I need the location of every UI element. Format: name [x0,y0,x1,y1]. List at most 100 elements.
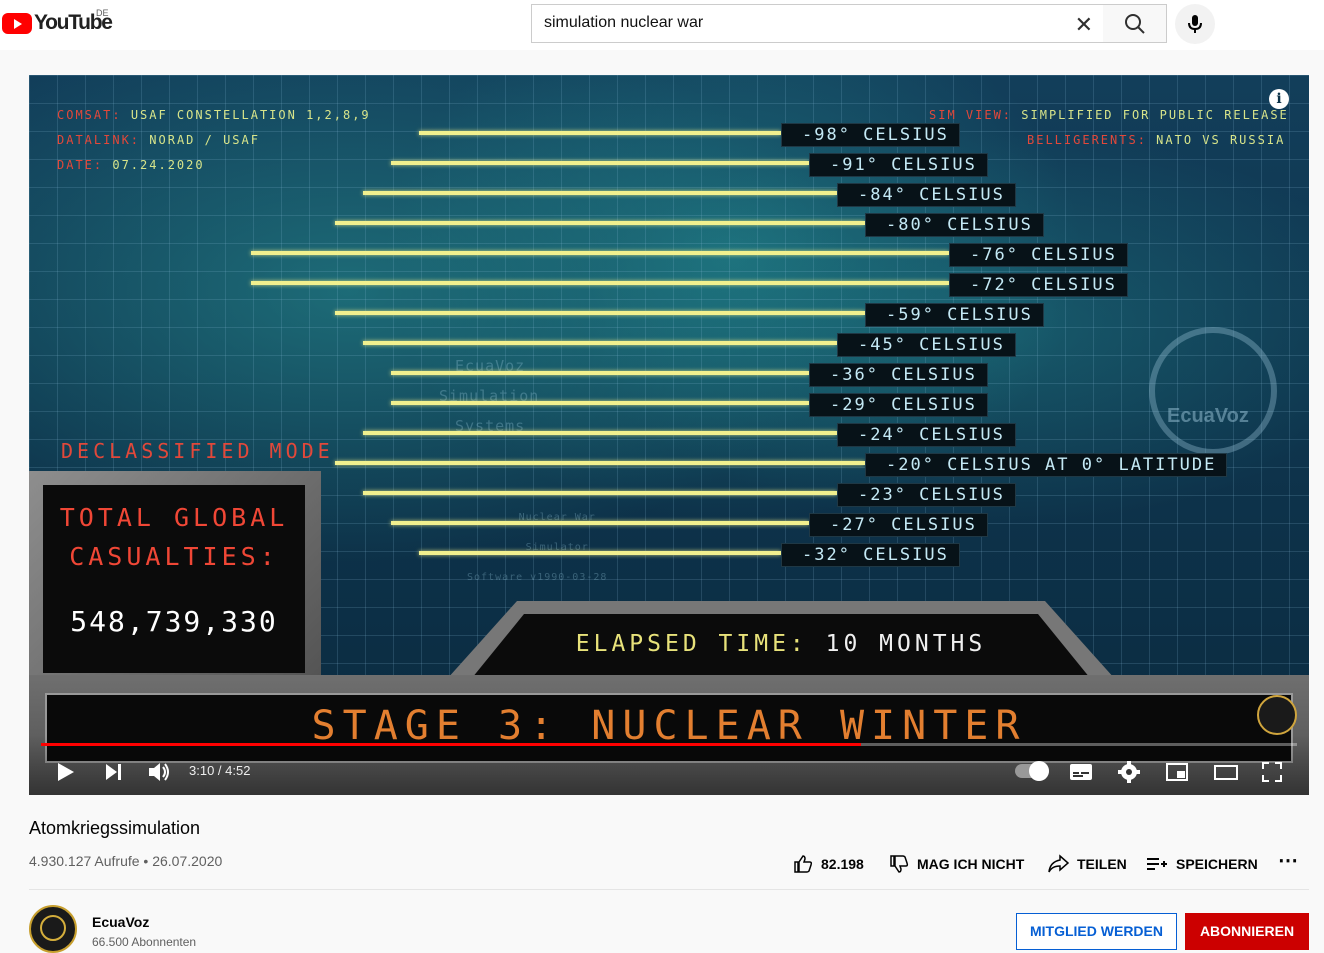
search-button[interactable] [1103,4,1167,43]
share-button[interactable]: TEILEN [1047,854,1127,874]
elapsed-time: ELAPSED TIME: 10 MONTHS [472,631,1090,657]
temperature-row: -91° CELSIUS [29,153,1309,177]
casualties-title-line: CASUALTIES: [69,542,279,571]
temperature-line [419,551,781,555]
save-label: SPEICHERN [1176,856,1258,872]
more-actions-icon[interactable]: ⋯ [1278,848,1298,873]
dislike-button[interactable]: MAG ICH NICHT [889,854,1024,874]
temperature-row: -84° CELSIUS [29,183,1309,207]
temperature-label: -29° CELSIUS [809,393,988,417]
temperature-label: -98° CELSIUS [781,123,960,147]
elapsed-value: 10 MONTHS [825,631,987,657]
watermark-line: Software v1990-03-28 [467,572,608,583]
temperature-line [335,461,865,465]
channel-name[interactable]: EcuaVoz [92,914,149,930]
temperature-line [363,491,837,495]
temperature-label: -32° CELSIUS [781,543,960,567]
subscriber-count: 66.500 Abonnenten [92,935,197,949]
time-display: 3:10 / 4:52 [189,763,251,778]
divider [29,889,1309,890]
fullscreen-icon[interactable] [1261,761,1283,783]
hud-label: COMSAT: [57,108,122,122]
subtitles-icon[interactable] [1069,761,1093,783]
temperature-label: -76° CELSIUS [949,243,1128,267]
country-code: DE [96,8,109,18]
avatar-emblem [40,915,66,941]
temperature-label: -91° CELSIUS [809,153,988,177]
temperature-line [391,371,809,375]
microphone-icon [1188,15,1202,33]
settings-gear-icon[interactable] [1117,760,1141,784]
miniplayer-icon[interactable] [1165,761,1189,783]
temperature-label: -20° CELSIUS AT 0° LATITUDE [865,453,1228,477]
temperature-line [391,521,809,525]
channel-avatar[interactable] [29,905,77,953]
temperature-label: -80° CELSIUS [865,213,1044,237]
playlist-add-icon [1147,858,1167,870]
temperature-row: -59° CELSIUS [29,303,1309,327]
thumbs-down-icon [890,855,909,873]
thumbs-up-icon [794,855,813,873]
casualties-title: TOTAL GLOBAL CASUALTIES: [43,498,305,576]
casualties-frame: TOTAL GLOBAL CASUALTIES: 548,739,330 [29,471,321,677]
temperature-label: -36° CELSIUS [809,363,988,387]
casualties-title-line: TOTAL GLOBAL [59,503,289,532]
like-count: 82.198 [821,856,864,872]
temperature-label: -72° CELSIUS [949,273,1128,297]
temperature-label: -59° CELSIUS [865,303,1044,327]
like-button[interactable]: 82.198 [793,854,864,874]
casualties-value: 548,739,330 [70,605,278,638]
temperature-row: -29° CELSIUS [29,393,1309,417]
temperature-line [251,251,949,255]
share-icon [1048,854,1069,873]
casualties-panel: TOTAL GLOBAL CASUALTIES: 548,739,330 [43,485,305,673]
temperature-line [363,341,837,345]
progress-bar[interactable] [41,743,1297,746]
next-icon[interactable] [103,761,125,783]
info-icon[interactable]: i [1269,89,1289,109]
dislike-label: MAG ICH NICHT [917,856,1025,872]
subscribe-button[interactable]: ABONNIEREN [1185,913,1309,950]
temperature-label: -24° CELSIUS [837,423,1016,447]
temperature-line [335,311,865,315]
share-label: TEILEN [1077,856,1127,872]
masthead: YouTube DE simulation nuclear war ✕ [0,0,1324,50]
temperature-line [363,191,837,195]
temperature-label: -84° CELSIUS [837,183,1016,207]
temperature-line [251,281,949,285]
temperature-line [335,221,865,225]
volume-icon[interactable] [147,761,171,783]
temperature-line [391,161,809,165]
video-title: Atomkriegssimulation [29,818,201,838]
join-button[interactable]: MITGLIED WERDEN [1016,913,1177,950]
video-player[interactable]: COMSAT: USAF CONSTELLATION 1,2,8,9 DATAL… [29,75,1309,795]
video-meta: 4.930.127 Aufrufe • 26.07.2020 [29,853,223,869]
autoplay-knob [1029,761,1049,781]
hud-value: USAF CONSTELLATION 1,2,8,9 [130,108,371,122]
search-box[interactable]: simulation nuclear war ✕ [531,4,1104,43]
temperature-row: -72° CELSIUS [29,273,1309,297]
theater-mode-icon[interactable] [1213,761,1239,783]
temperature-row: -76° CELSIUS [29,243,1309,267]
temperature-label: -27° CELSIUS [809,513,988,537]
play-icon[interactable] [55,761,77,783]
save-button[interactable]: SPEICHERN [1146,854,1258,874]
mode-label: DECLASSIFIED MODE [61,439,334,463]
temperature-row: -45° CELSIUS [29,333,1309,357]
temperature-line [419,131,781,135]
temperature-row: -80° CELSIUS [29,213,1309,237]
clear-search-icon[interactable]: ✕ [1075,12,1093,38]
hud-value: SIMPLIFIED FOR PUBLIC RELEASE [1021,108,1289,122]
channel-badge-icon [1257,695,1297,735]
search-icon [1125,14,1145,34]
hud-label: SIM VIEW: [929,108,1013,122]
temperature-row: -98° CELSIUS [29,123,1309,147]
temperature-line [391,401,809,405]
youtube-play-icon [2,12,32,34]
search-input[interactable]: simulation nuclear war [544,14,703,32]
autoplay-toggle[interactable] [1015,761,1049,781]
elapsed-label: ELAPSED TIME: [575,631,808,657]
temperature-row: -36° CELSIUS [29,363,1309,387]
voice-search-button[interactable] [1175,4,1215,44]
temperature-label: -23° CELSIUS [837,483,1016,507]
